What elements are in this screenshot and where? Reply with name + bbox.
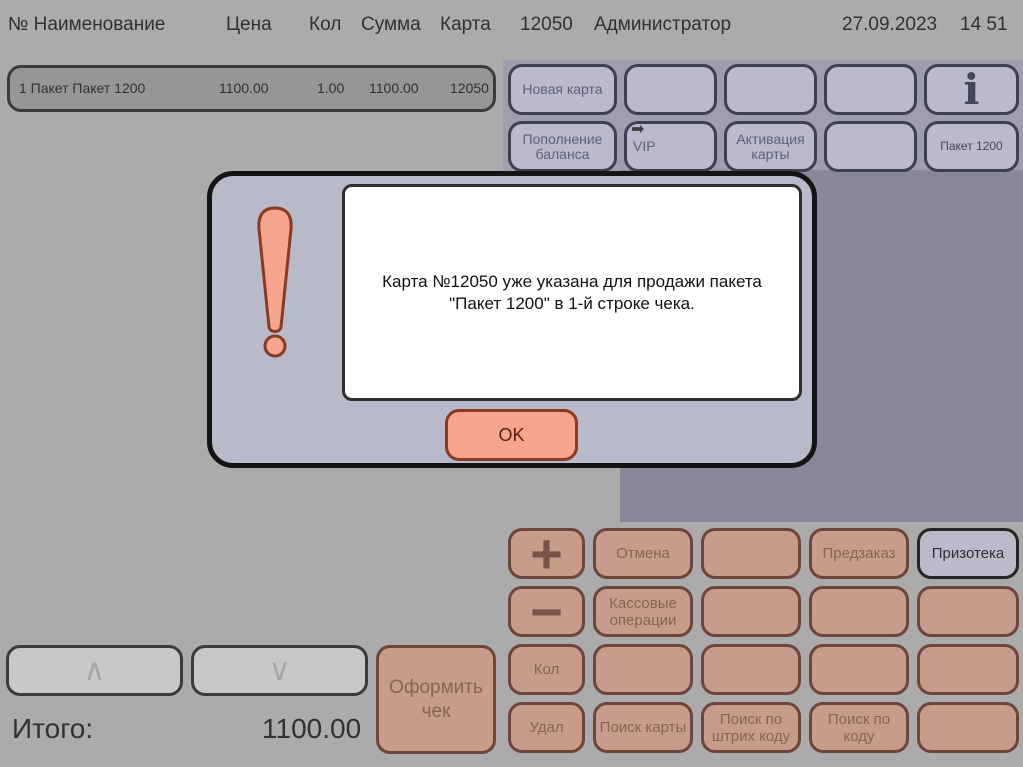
header-col-card: Карта [440,14,491,35]
minus-button[interactable]: − [508,579,585,643]
empty-action-button-3[interactable] [809,586,909,637]
empty-action-button-4[interactable] [917,586,1019,637]
scroll-up-button[interactable]: ∧ [6,645,183,696]
header-col-name: № Наименование [8,14,166,35]
receipt-line-qty: 1.00 [317,80,345,96]
exclamation-icon [250,205,300,361]
empty-action-button-9[interactable] [917,702,1019,753]
header-user: Администратор [594,14,732,35]
empty-quick-button-3[interactable] [824,64,917,115]
empty-action-button-6[interactable] [701,644,801,695]
checkout-button[interactable]: Оформить чек [376,645,496,754]
delete-button[interactable]: Удал [508,702,585,753]
header-col-price: Цена [226,14,272,35]
topup-balance-button[interactable]: Пополнение баланса [508,121,617,172]
find-card-button[interactable]: Поиск карты [593,702,693,753]
cash-operations-button[interactable]: Кассовые операции [593,586,693,637]
ok-button[interactable]: OK [445,409,578,461]
package-1200-button[interactable]: Пакет 1200 [924,121,1019,172]
minus-icon: − [530,579,563,643]
empty-quick-button-2[interactable] [724,64,817,115]
header-col-qty: Кол [309,14,342,35]
receipt-line-name: 1 Пакет Пакет 1200 [19,80,146,96]
receipt-line-card: 12050 [450,80,489,96]
preorder-button[interactable]: Предзаказ [809,528,909,579]
receipt-line-sum: 1100.00 [369,80,419,96]
header-card-number: 12050 [520,14,573,35]
receipt-line-price: 1100.00 [219,80,269,96]
header-date: 27.09.2023 [842,14,938,35]
plus-button[interactable]: + [508,521,585,585]
scroll-down-button[interactable]: ∨ [191,645,368,696]
vip-arrow-icon: ➡ [631,121,645,138]
info-icon: i [963,65,980,114]
empty-action-button-2[interactable] [701,586,801,637]
find-barcode-button[interactable]: Поиск по штрих коду [701,702,801,753]
vip-button[interactable]: ➡ VIP [624,121,717,172]
alert-message-line-2: "Пакет 1200" в 1-й строке чека. [449,293,695,313]
header-time: 14 51 [960,14,1008,35]
alert-message: Карта №12050 уже указана для продажи пак… [342,184,802,401]
plus-icon: + [530,521,563,585]
vip-button-label: VIP [633,138,656,154]
empty-action-button-5[interactable] [593,644,693,695]
empty-action-button-1[interactable] [701,528,801,579]
chevron-up-icon: ∧ [83,654,106,687]
alert-message-line-1: Карта №12050 уже указана для продажи пак… [382,271,762,291]
info-button[interactable]: i [924,64,1019,115]
header-col-sum: Сумма [361,14,421,35]
total-value: 1100.00 [262,713,362,744]
qty-button[interactable]: Кол [508,644,585,695]
empty-quick-button-1[interactable] [624,64,717,115]
empty-action-button-8[interactable] [917,644,1019,695]
cancel-button[interactable]: Отмена [593,528,693,579]
find-code-button[interactable]: Поиск по коду [809,702,909,753]
chevron-down-icon: ∨ [268,654,291,687]
empty-action-button-7[interactable] [809,644,909,695]
empty-quick-button-4[interactable] [824,121,917,172]
new-card-button[interactable]: Новая карта [508,64,617,115]
prize-library-button[interactable]: Призотека [917,528,1019,579]
card-activation-button[interactable]: Активация карты [724,121,817,172]
total-label: Итого: [12,713,94,744]
